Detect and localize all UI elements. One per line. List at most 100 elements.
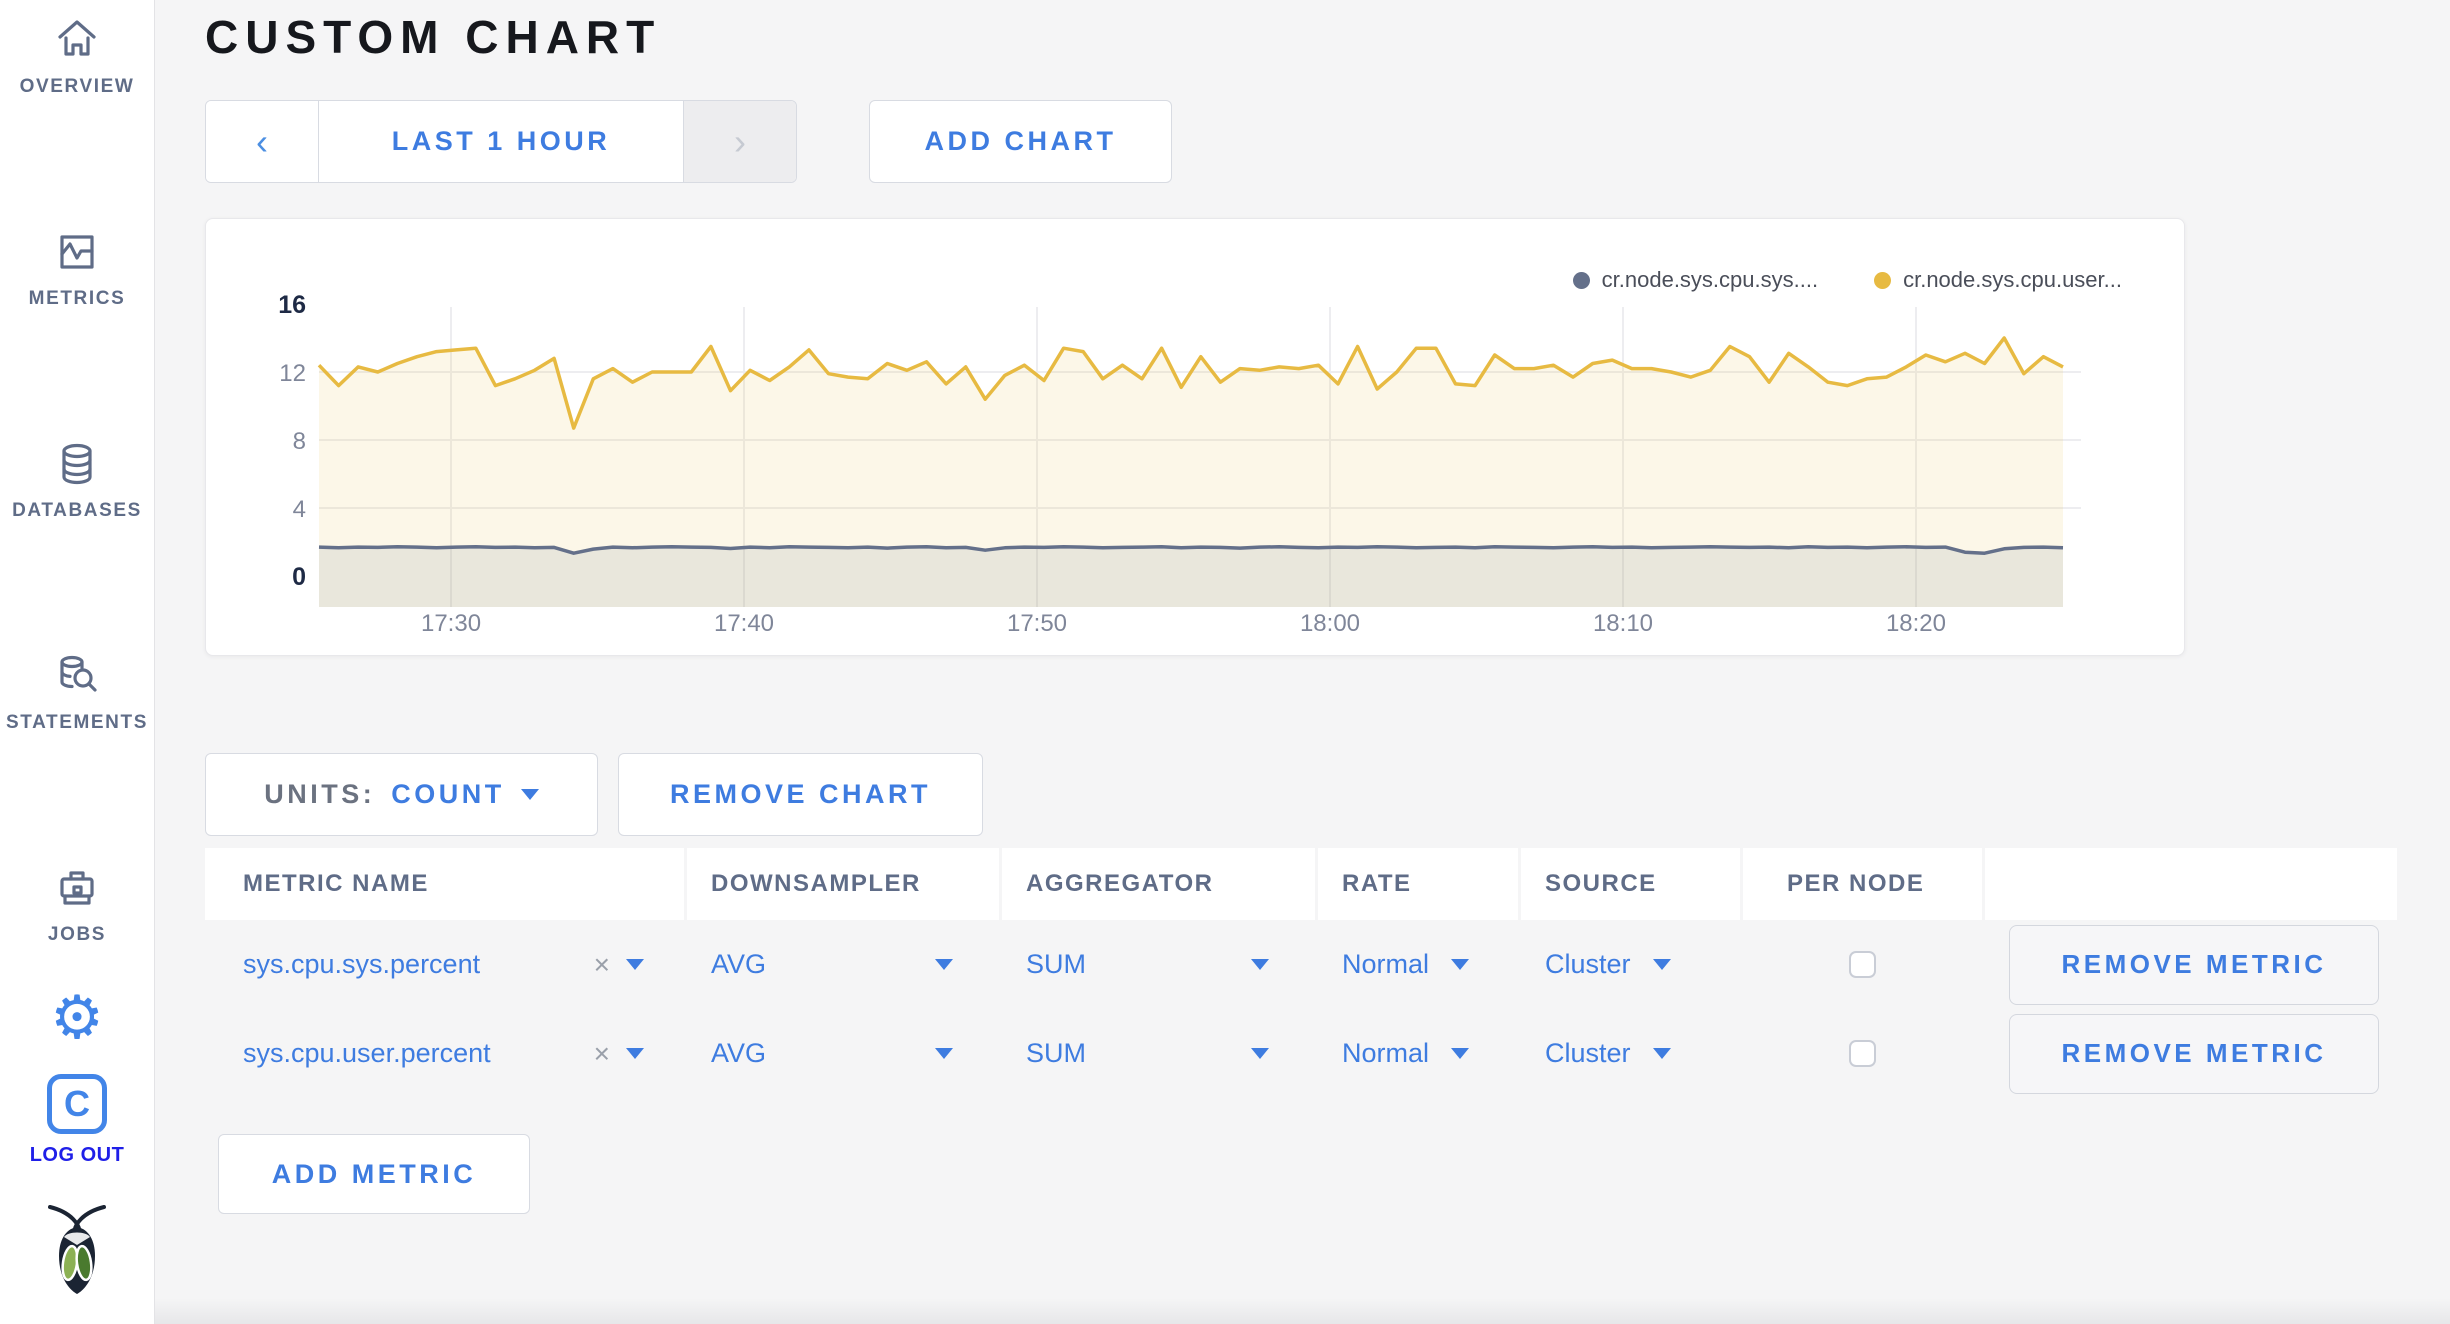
clear-metric-icon[interactable]: × [594, 949, 610, 981]
time-range-picker: ‹ LAST 1 HOUR › [205, 100, 797, 183]
sidebar-item-label: DATABASES [12, 500, 142, 521]
time-next-button[interactable]: › [683, 101, 796, 182]
column-header-downsampler: DOWNSAMPLER [687, 848, 999, 920]
add-chart-button[interactable]: ADD CHART [869, 100, 1172, 183]
metric-name-cell: sys.cpu.user.percent × [205, 1009, 684, 1098]
svg-text:18:00: 18:00 [1300, 610, 1360, 637]
units-label: UNITS: [264, 779, 376, 809]
cockroach-c-logo[interactable]: C [47, 1074, 107, 1134]
toolbar: ‹ LAST 1 HOUR › ADD CHART [205, 100, 2450, 183]
remove-chart-button[interactable]: REMOVE CHART [618, 753, 983, 836]
sidebar-nav: OVERVIEW METRICS DATABASES STATEMENTS JOBS [0, 0, 154, 946]
downsampler-cell: AVG [687, 920, 999, 1009]
time-range-label[interactable]: LAST 1 HOUR [319, 101, 683, 182]
add-metric-button[interactable]: ADD METRIC [218, 1134, 530, 1214]
chart-controls-row: UNITS: COUNT REMOVE CHART [205, 753, 2450, 836]
column-header-aggregator: AGGREGATOR [1002, 848, 1315, 920]
downsampler-dropdown[interactable]: AVG [711, 1038, 766, 1069]
chevron-down-icon [1652, 959, 1671, 970]
source-dropdown[interactable]: Cluster [1545, 949, 1671, 980]
database-icon [62, 443, 92, 485]
chevron-down-icon[interactable] [935, 1048, 953, 1059]
remove-metric-button[interactable]: REMOVE METRIC [2009, 1013, 2379, 1094]
units-dropdown[interactable]: UNITS: COUNT [205, 753, 598, 836]
chart-panel: 17:30 17:40 17:50 18:00 18:10 18:20 0 4 8 12 16 cr… [205, 218, 2185, 656]
column-header-empty [1985, 848, 2397, 920]
sidebar-item-overview[interactable]: OVERVIEW [0, 14, 154, 98]
per-node-checkbox[interactable] [1849, 1040, 1876, 1067]
legend-item[interactable]: cr.node.sys.cpu.sys.... [1572, 267, 1818, 293]
sidebar-item-databases[interactable]: DATABASES [0, 438, 154, 522]
metric-table-body: sys.cpu.sys.percent × AVG SUM Normal Cluster R… [205, 920, 2400, 1098]
sidebar: OVERVIEW METRICS DATABASES STATEMENTS JOBS ⚙… [0, 0, 155, 1324]
per-node-cell [1743, 920, 1982, 1009]
metric-name-value[interactable]: sys.cpu.sys.percent [243, 949, 480, 980]
source-cell: Cluster [1521, 1009, 1740, 1098]
chevron-down-icon [1451, 1048, 1470, 1059]
svg-text:8: 8 [293, 428, 306, 455]
svg-text:4: 4 [293, 496, 306, 523]
aggregator-dropdown[interactable]: SUM [1026, 949, 1086, 980]
per-node-checkbox[interactable] [1849, 951, 1876, 978]
column-header-source: SOURCE [1521, 848, 1740, 920]
svg-text:18:10: 18:10 [1593, 610, 1653, 637]
sidebar-item-statements[interactable]: STATEMENTS [0, 650, 154, 734]
chevron-down-icon [1652, 1048, 1671, 1059]
column-header-metric-name: METRIC NAME [205, 848, 684, 920]
rate-cell: Normal [1318, 920, 1518, 1009]
downsampler-dropdown[interactable]: AVG [711, 949, 766, 980]
remove-metric-cell: REMOVE METRIC [1985, 1009, 2397, 1098]
aggregator-cell: SUM [1002, 1009, 1315, 1098]
sidebar-item-label: STATEMENTS [6, 712, 148, 733]
sidebar-item-jobs[interactable]: JOBS [0, 862, 154, 946]
per-node-cell [1743, 1009, 1982, 1098]
metric-table: METRIC NAME DOWNSAMPLER AGGREGATOR RATE SOUR… [205, 848, 2400, 1098]
sidebar-item-metrics[interactable]: METRICS [0, 226, 154, 310]
chevron-left-icon: ‹ [256, 120, 268, 162]
svg-text:0: 0 [292, 563, 306, 591]
svg-text:17:50: 17:50 [1007, 610, 1067, 637]
home-icon [58, 20, 96, 56]
chevron-down-icon[interactable] [1251, 959, 1269, 970]
rate-dropdown[interactable]: Normal [1342, 1038, 1470, 1069]
chevron-down-icon[interactable] [626, 959, 644, 970]
legend-dot [1572, 271, 1590, 289]
metric-name-value[interactable]: sys.cpu.user.percent [243, 1038, 491, 1069]
aggregator-dropdown[interactable]: SUM [1026, 1038, 1086, 1069]
remove-metric-button[interactable]: REMOVE METRIC [2009, 924, 2379, 1005]
sidebar-item-label: JOBS [47, 924, 107, 945]
scroll-shadow [155, 1298, 2450, 1324]
sidebar-item-label: OVERVIEW [19, 76, 135, 97]
svg-text:18:20: 18:20 [1886, 610, 1946, 637]
chevron-down-icon[interactable] [626, 1048, 644, 1059]
cockroach-bug-logo [44, 1201, 110, 1302]
sidebar-bottom: ⚙ C LOG OUT [0, 988, 154, 1324]
metric-row: sys.cpu.sys.percent × AVG SUM Normal Cluster R… [205, 920, 2400, 1009]
page-title: CUSTOM CHART [205, 11, 662, 63]
gear-icon[interactable]: ⚙ [50, 988, 104, 1048]
metric-name-cell: sys.cpu.sys.percent × [205, 920, 684, 1009]
chevron-down-icon [520, 789, 539, 800]
svg-text:17:30: 17:30 [421, 610, 481, 637]
briefcase-icon [60, 871, 94, 905]
legend-item[interactable]: cr.node.sys.cpu.user... [1874, 267, 2122, 293]
rate-dropdown[interactable]: Normal [1342, 949, 1470, 980]
chevron-down-icon [1451, 959, 1470, 970]
logout-link[interactable]: LOG OUT [30, 1144, 125, 1167]
column-header-per-node: PER NODE [1743, 848, 1982, 920]
custom-chart-page: OVERVIEW METRICS DATABASES STATEMENTS JOBS ⚙… [0, 0, 2450, 1324]
source-cell: Cluster [1521, 920, 1740, 1009]
metrics-icon [60, 235, 94, 269]
source-dropdown[interactable]: Cluster [1545, 1038, 1671, 1069]
metric-row: sys.cpu.user.percent × AVG SUM Normal Cluster… [205, 1009, 2400, 1098]
chevron-down-icon[interactable] [1251, 1048, 1269, 1059]
statements-icon [60, 655, 97, 692]
chevron-down-icon[interactable] [935, 959, 953, 970]
metric-table-header: METRIC NAME DOWNSAMPLER AGGREGATOR RATE SOUR… [205, 848, 2400, 920]
aggregator-cell: SUM [1002, 920, 1315, 1009]
time-prev-button[interactable]: ‹ [206, 101, 319, 182]
main-content: CUSTOM CHART ‹ LAST 1 HOUR › ADD CHART 1… [155, 0, 2450, 1324]
clear-metric-icon[interactable]: × [594, 1038, 610, 1070]
chevron-right-icon: › [734, 120, 746, 162]
remove-metric-cell: REMOVE METRIC [1985, 920, 2397, 1009]
